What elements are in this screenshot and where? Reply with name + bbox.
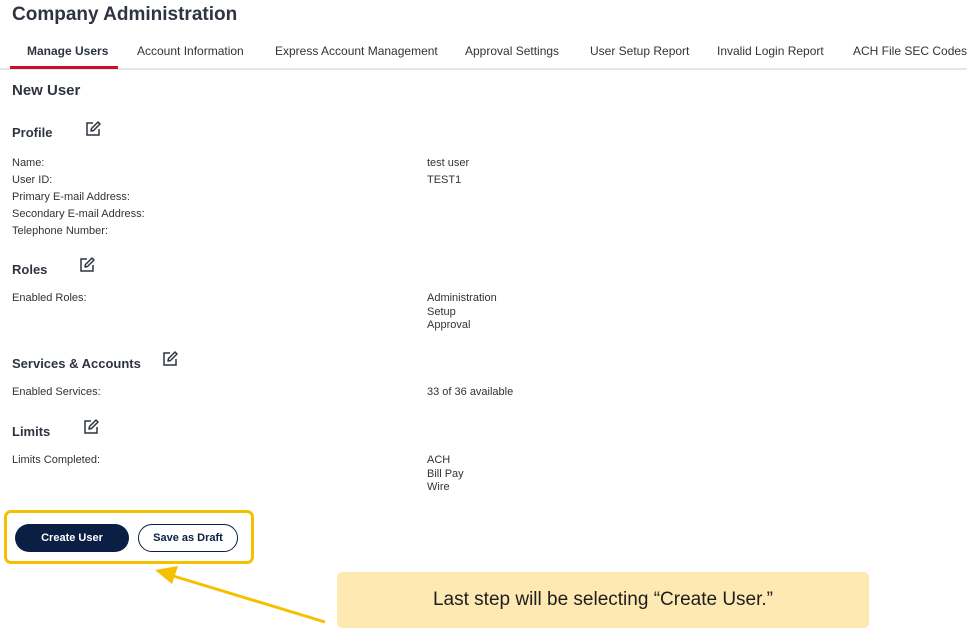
- name-value: test user: [427, 157, 470, 169]
- tab-user-setup-report[interactable]: User Setup Report: [590, 40, 689, 68]
- tab-bar: Manage Users Account Information Express…: [0, 40, 967, 70]
- tab-express-account-management[interactable]: Express Account Management: [275, 40, 438, 68]
- enabled-services-value: 33 of 36 available: [427, 386, 514, 398]
- edit-profile-icon[interactable]: [84, 120, 102, 138]
- role-item: Administration: [427, 292, 497, 304]
- roles-heading: Roles: [12, 262, 48, 277]
- tab-manage-users[interactable]: Manage Users: [27, 40, 108, 68]
- user-id-label: User ID:: [12, 174, 53, 186]
- enabled-roles-label: Enabled Roles:: [12, 292, 87, 304]
- enabled-roles-list: Administration Setup Approval: [427, 292, 497, 333]
- limits-heading: Limits: [12, 424, 51, 439]
- secondary-email-label: Secondary E-mail Address:: [12, 208, 145, 220]
- save-as-draft-button[interactable]: Save as Draft: [138, 524, 238, 552]
- callout-box: Last step will be selecting “Create User…: [337, 572, 869, 628]
- primary-email-label: Primary E-mail Address:: [12, 191, 130, 203]
- telephone-label: Telephone Number:: [12, 225, 109, 237]
- name-label: Name:: [12, 157, 45, 169]
- tab-invalid-login-report[interactable]: Invalid Login Report: [717, 40, 824, 68]
- tab-ach-file-sec-codes[interactable]: ACH File SEC Codes: [853, 40, 967, 68]
- page-title: Company Administration: [12, 4, 238, 25]
- section-heading: New User: [12, 82, 81, 99]
- edit-limits-icon[interactable]: [82, 418, 100, 436]
- services-heading: Services & Accounts: [12, 356, 141, 371]
- limit-item: ACH: [427, 454, 451, 466]
- create-user-button[interactable]: Create User: [15, 524, 129, 552]
- tab-account-information[interactable]: Account Information: [137, 40, 244, 68]
- profile-heading: Profile: [12, 125, 53, 140]
- tab-approval-settings[interactable]: Approval Settings: [465, 40, 559, 68]
- active-tab-indicator: [10, 66, 118, 69]
- role-item: Setup: [427, 305, 456, 318]
- limit-item: Wire: [427, 481, 450, 493]
- edit-roles-icon[interactable]: [78, 256, 96, 274]
- limits-completed-label: Limits Completed:: [12, 454, 101, 466]
- enabled-services-label: Enabled Services:: [12, 386, 101, 398]
- limits-completed-list: ACH Bill Pay Wire: [427, 454, 464, 495]
- user-id-value: TEST1: [427, 174, 462, 186]
- role-item: Approval: [427, 319, 471, 331]
- edit-services-icon[interactable]: [161, 350, 179, 368]
- limit-item: Bill Pay: [427, 467, 464, 480]
